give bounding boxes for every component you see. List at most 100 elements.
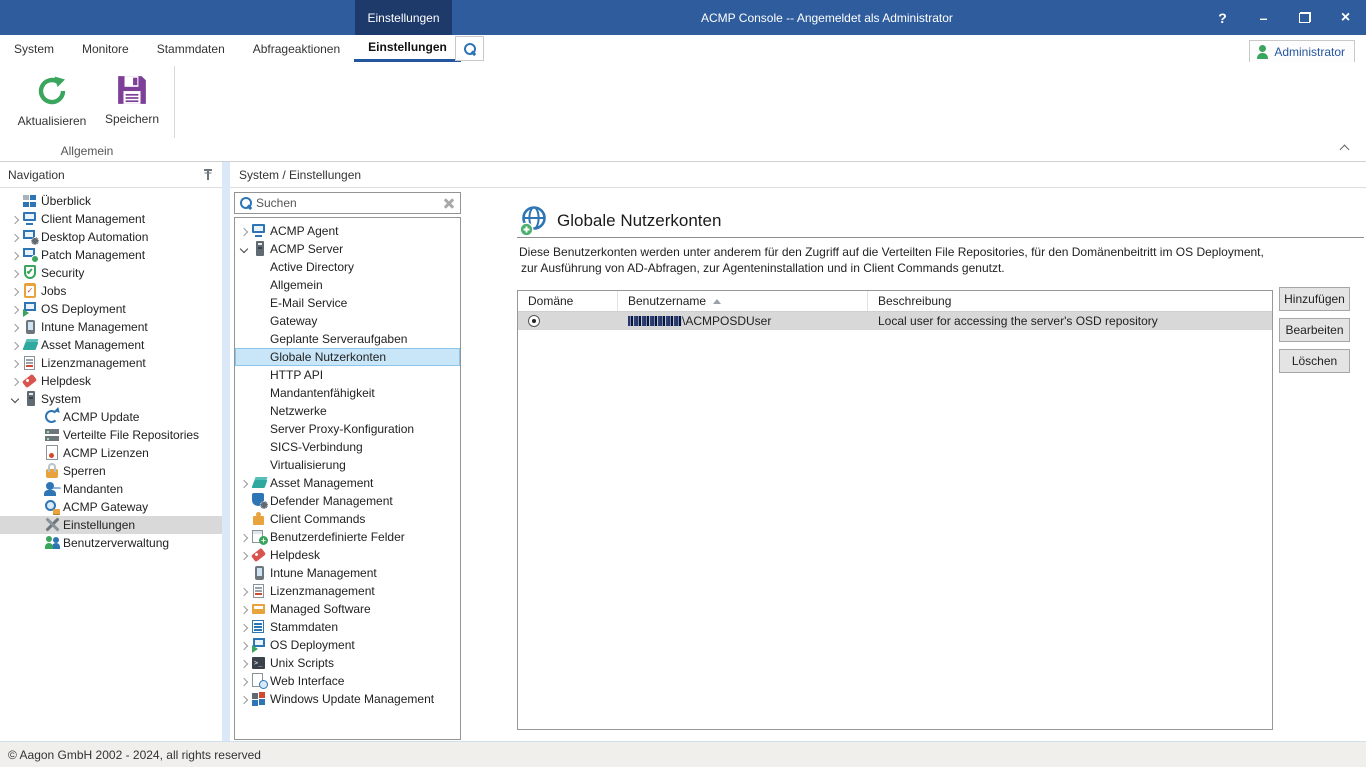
nav-item-berblick[interactable]: Überblick <box>0 192 222 210</box>
settings-item-netzwerke[interactable]: Netzwerke <box>235 402 460 420</box>
chevron-right-icon[interactable] <box>238 585 251 598</box>
menu-tab-einstellungen[interactable]: Einstellungen <box>354 35 461 62</box>
nav-item-acmp-gateway[interactable]: ACMP Gateway <box>0 498 222 516</box>
settings-item-allgemein[interactable]: Allgemein <box>235 276 460 294</box>
settings-item-http-api[interactable]: HTTP API <box>235 366 460 384</box>
settings-item-virtualisierung[interactable]: Virtualisierung <box>235 456 460 474</box>
menu-tab-system[interactable]: System <box>0 35 68 62</box>
settings-item-globale-nutzerkonten[interactable]: Globale Nutzerkonten <box>235 348 460 366</box>
radio-selected-icon[interactable] <box>528 315 540 327</box>
menu-search-button[interactable] <box>455 36 484 61</box>
nav-item-helpdesk[interactable]: Helpdesk <box>0 372 222 390</box>
nav-item-intune-management[interactable]: Intune Management <box>0 318 222 336</box>
chevron-right-icon[interactable] <box>9 231 22 244</box>
chevron-down-icon[interactable] <box>238 243 251 256</box>
chevron-right-icon[interactable] <box>238 477 251 490</box>
chevron-right-icon[interactable] <box>238 639 251 652</box>
settings-item-label: OS Deployment <box>268 638 355 652</box>
nav-item-security[interactable]: Security <box>0 264 222 282</box>
chevron-right-icon[interactable] <box>238 675 251 688</box>
delete-button[interactable]: Löschen <box>1279 349 1350 373</box>
nav-item-desktop-automation[interactable]: Desktop Automation <box>0 228 222 246</box>
settings-item-active-directory[interactable]: Active Directory <box>235 258 460 276</box>
ribbon-collapse-button[interactable] <box>1338 143 1352 153</box>
chevron-right-icon[interactable] <box>9 357 22 370</box>
settings-item-defender-management[interactable]: Defender Management <box>235 492 460 510</box>
settings-item-stammdaten[interactable]: Stammdaten <box>235 618 460 636</box>
settings-item-intune-management[interactable]: Intune Management <box>235 564 460 582</box>
nav-item-jobs[interactable]: Jobs <box>0 282 222 300</box>
chevron-right-icon[interactable] <box>238 225 251 238</box>
settings-item-acmp-server[interactable]: ACMP Server <box>235 240 460 258</box>
nav-item-client-management[interactable]: Client Management <box>0 210 222 228</box>
settings-item-e-mail-service[interactable]: E-Mail Service <box>235 294 460 312</box>
chevron-right-icon[interactable] <box>238 603 251 616</box>
close-button[interactable]: × <box>1325 0 1366 35</box>
menu-tab-monitore[interactable]: Monitore <box>68 35 143 62</box>
chevron-right-icon[interactable] <box>238 621 251 634</box>
settings-item-lizenzmanagement[interactable]: Lizenzmanagement <box>235 582 460 600</box>
pin-icon[interactable] <box>202 168 214 181</box>
help-button[interactable]: ? <box>1202 0 1243 35</box>
column-header-benutzername[interactable]: Benutzername <box>618 291 868 311</box>
menu-tab-stammdaten[interactable]: Stammdaten <box>143 35 239 62</box>
nav-item-system[interactable]: System <box>0 390 222 408</box>
chevron-right-icon[interactable] <box>9 249 22 262</box>
chevron-down-icon[interactable] <box>9 393 22 406</box>
settings-item-web-interface[interactable]: Web Interface <box>235 672 460 690</box>
settings-search-input[interactable] <box>256 196 439 210</box>
nav-item-acmp-update[interactable]: ACMP Update <box>0 408 222 426</box>
nav-item-sperren[interactable]: Sperren <box>0 462 222 480</box>
nav-item-benutzerverwaltung[interactable]: Benutzerverwaltung <box>0 534 222 552</box>
refresh-button[interactable]: Aktualisieren <box>16 66 88 142</box>
nav-item-label: Intune Management <box>39 320 148 334</box>
settings-item-helpdesk[interactable]: Helpdesk <box>235 546 460 564</box>
table-row[interactable]: \ACMPOSDUser Local user for accessing th… <box>518 312 1272 330</box>
settings-item-acmp-agent[interactable]: ACMP Agent <box>235 222 460 240</box>
restore-button[interactable] <box>1284 0 1325 35</box>
settings-item-geplante-serveraufgaben[interactable]: Geplante Serveraufgaben <box>235 330 460 348</box>
menu-tab-abfrageaktionen[interactable]: Abfrageaktionen <box>239 35 354 62</box>
chevron-right-icon[interactable] <box>9 375 22 388</box>
settings-item-server-proxy-konfiguration[interactable]: Server Proxy-Konfiguration <box>235 420 460 438</box>
nav-item-verteilte-file-repositories[interactable]: Verteilte File Repositories <box>0 426 222 444</box>
settings-item-unix-scripts[interactable]: Unix Scripts <box>235 654 460 672</box>
column-header-domaene[interactable]: Domäne <box>518 291 618 311</box>
nav-item-einstellungen[interactable]: Einstellungen <box>0 516 222 534</box>
settings-item-mandantenf-higkeit[interactable]: Mandantenfähigkeit <box>235 384 460 402</box>
chevron-right-icon[interactable] <box>238 531 251 544</box>
chevron-right-icon[interactable] <box>9 321 22 334</box>
settings-item-windows-update-management[interactable]: Windows Update Management <box>235 690 460 708</box>
clear-search-icon[interactable] <box>442 196 456 210</box>
save-button[interactable]: Speichern <box>96 66 168 142</box>
chevron-right-icon[interactable] <box>238 549 251 562</box>
nav-item-mandanten[interactable]: Mandanten <box>0 480 222 498</box>
settings-item-label: Benutzerdefinierte Felder <box>268 530 405 544</box>
chevron-right-icon[interactable] <box>9 285 22 298</box>
settings-item-os-deployment[interactable]: OS Deployment <box>235 636 460 654</box>
settings-item-sics-verbindung[interactable]: SICS-Verbindung <box>235 438 460 456</box>
chevron-right-icon[interactable] <box>9 267 22 280</box>
settings-item-client-commands[interactable]: Client Commands <box>235 510 460 528</box>
settings-item-gateway[interactable]: Gateway <box>235 312 460 330</box>
settings-item-benutzerdefinierte-felder[interactable]: Benutzerdefinierte Felder <box>235 528 460 546</box>
settings-item-managed-software[interactable]: Managed Software <box>235 600 460 618</box>
chevron-right-icon[interactable] <box>9 213 22 226</box>
minimize-button[interactable]: – <box>1243 0 1284 35</box>
settings-item-asset-management[interactable]: Asset Management <box>235 474 460 492</box>
chevron-right-icon[interactable] <box>238 657 251 670</box>
nav-item-os-deployment[interactable]: OS Deployment <box>0 300 222 318</box>
chevron-right-icon[interactable] <box>9 303 22 316</box>
chevron-right-icon[interactable] <box>9 339 22 352</box>
chevron-right-icon[interactable] <box>238 693 251 706</box>
column-header-beschreibung[interactable]: Beschreibung <box>868 291 1272 311</box>
nav-item-lizenzmanagement[interactable]: Lizenzmanagement <box>0 354 222 372</box>
nav-item-acmp-lizenzen[interactable]: ACMP Lizenzen <box>0 444 222 462</box>
panel-splitter[interactable] <box>222 162 230 741</box>
current-user-button[interactable]: Administrator <box>1249 40 1355 63</box>
nav-item-asset-management[interactable]: Asset Management <box>0 336 222 354</box>
edit-button[interactable]: Bearbeiten <box>1279 318 1350 342</box>
add-button[interactable]: Hinzufügen <box>1279 287 1350 311</box>
nav-item-patch-management[interactable]: Patch Management <box>0 246 222 264</box>
settings-item-label: Allgemein <box>268 278 323 292</box>
